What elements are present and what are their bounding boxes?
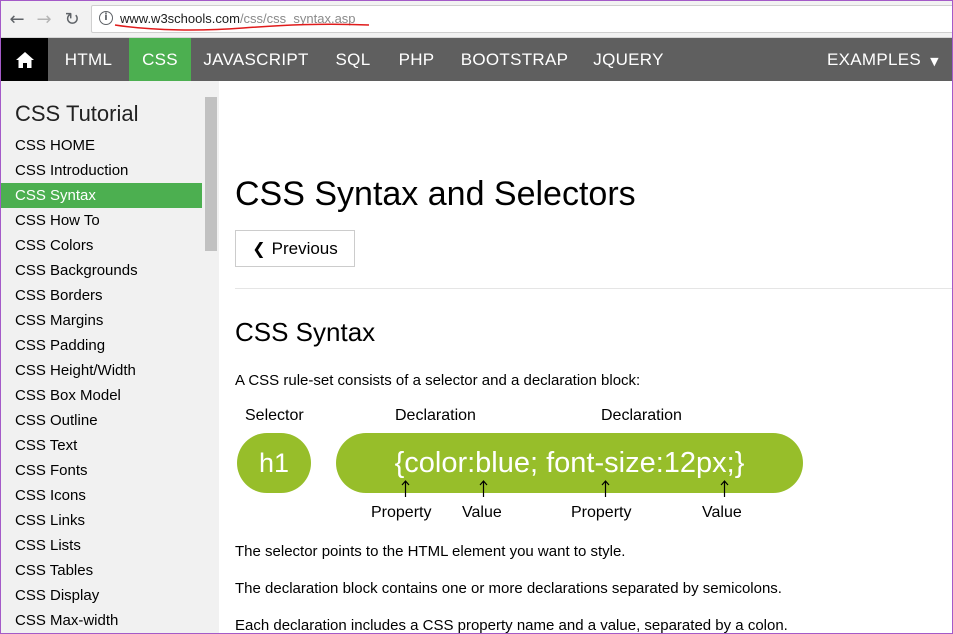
arrow-up-icon [401, 480, 410, 497]
nav-bootstrap[interactable]: BOOTSTRAP [448, 38, 581, 81]
sidebar-item-css-lists[interactable]: CSS Lists [1, 533, 202, 558]
sidebar-title: CSS Tutorial [15, 101, 139, 126]
sidebar-item-css-tables[interactable]: CSS Tables [1, 558, 202, 583]
reload-icon[interactable]: ↻ [61, 8, 83, 30]
paragraph-declaration-block: The declaration block contains one or mo… [235, 580, 782, 597]
sidebar-item-css-syntax[interactable]: CSS Syntax [1, 183, 202, 208]
nav-javascript[interactable]: JAVASCRIPT [191, 38, 321, 81]
sidebar-item-css-margins[interactable]: CSS Margins [1, 308, 202, 333]
section-title: CSS Syntax [235, 317, 376, 347]
info-icon[interactable]: i [99, 11, 113, 25]
property-label-1: Property [371, 504, 432, 521]
sidebar-item-css-outline[interactable]: CSS Outline [1, 408, 202, 433]
home-button[interactable] [1, 38, 48, 81]
sidebar-item-css-introduction[interactable]: CSS Introduction [1, 158, 202, 183]
divider [235, 288, 952, 289]
paragraph-declaration: Each declaration includes a CSS property… [235, 617, 788, 634]
sidebar-item-css-fonts[interactable]: CSS Fonts [1, 458, 202, 483]
previous-button-label: Previous [271, 238, 338, 258]
arrow-up-icon [720, 480, 729, 497]
nav-examples-label: EXAMPLES [827, 50, 922, 69]
declaration-label-2: Declaration [601, 407, 682, 424]
arrow-up-icon [601, 480, 610, 497]
sidebar-item-css-borders[interactable]: CSS Borders [1, 283, 202, 308]
sidebar-item-css-height-width[interactable]: CSS Height/Width [1, 358, 202, 383]
sidebar-item-css-backgrounds[interactable]: CSS Backgrounds [1, 258, 202, 283]
value-label-2: Value [702, 504, 742, 521]
chevron-left-icon: ❮ [252, 239, 266, 258]
page-title: CSS Syntax and Selectors [235, 175, 636, 213]
sidebar-item-css-box-model[interactable]: CSS Box Model [1, 383, 202, 408]
sidebar-item-css-colors[interactable]: CSS Colors [1, 233, 202, 258]
selector-pill: h1 [237, 433, 311, 493]
sidebar-item-css-icons[interactable]: CSS Icons [1, 483, 202, 508]
property-label-2: Property [571, 504, 632, 521]
sidebar-item-css-max-width[interactable]: CSS Max-width [1, 608, 202, 633]
sidebar: CSS Tutorial CSS HOME CSS Introduction C… [1, 81, 219, 633]
nav-html[interactable]: HTML [48, 38, 129, 81]
nav-css[interactable]: CSS [129, 38, 191, 81]
paragraph-selector: The selector points to the HTML element … [235, 543, 626, 560]
sidebar-item-css-text[interactable]: CSS Text [1, 433, 202, 458]
main-content: CSS Syntax and Selectors ❮ Previous CSS … [219, 81, 952, 634]
nav-sql[interactable]: SQL [321, 38, 385, 81]
sidebar-item-css-home[interactable]: CSS HOME [1, 133, 202, 158]
red-underline-annotation [114, 23, 370, 31]
back-arrow-icon[interactable]: ← [6, 8, 28, 30]
value-label-1: Value [462, 504, 502, 521]
caret-down-icon: ▼ [930, 55, 939, 68]
arrow-up-icon [479, 480, 488, 497]
top-navigation: HTML CSS JAVASCRIPT SQL PHP BOOTSTRAP JQ… [1, 38, 952, 81]
declaration-label-1: Declaration [395, 407, 476, 424]
sidebar-item-css-display[interactable]: CSS Display [1, 583, 202, 608]
forward-arrow-icon[interactable]: → [33, 8, 55, 30]
sidebar-item-css-padding[interactable]: CSS Padding [1, 333, 202, 358]
sidebar-item-css-links[interactable]: CSS Links [1, 508, 202, 533]
sidebar-scrollbar-thumb[interactable] [205, 97, 217, 251]
intro-paragraph: A CSS rule-set consists of a selector an… [235, 372, 641, 389]
browser-window: ← → ↻ i www.w3schools.com/css/css_syntax… [0, 0, 953, 634]
home-icon [15, 51, 34, 68]
browser-toolbar: ← → ↻ i www.w3schools.com/css/css_syntax… [1, 1, 952, 38]
nav-php[interactable]: PHP [385, 38, 448, 81]
nav-jquery[interactable]: JQUERY [581, 38, 676, 81]
previous-button[interactable]: ❮ Previous [235, 230, 355, 267]
nav-examples-dropdown[interactable]: EXAMPLES ▼ [827, 38, 947, 81]
selector-label: Selector [245, 407, 304, 424]
sidebar-item-css-how-to[interactable]: CSS How To [1, 208, 202, 233]
